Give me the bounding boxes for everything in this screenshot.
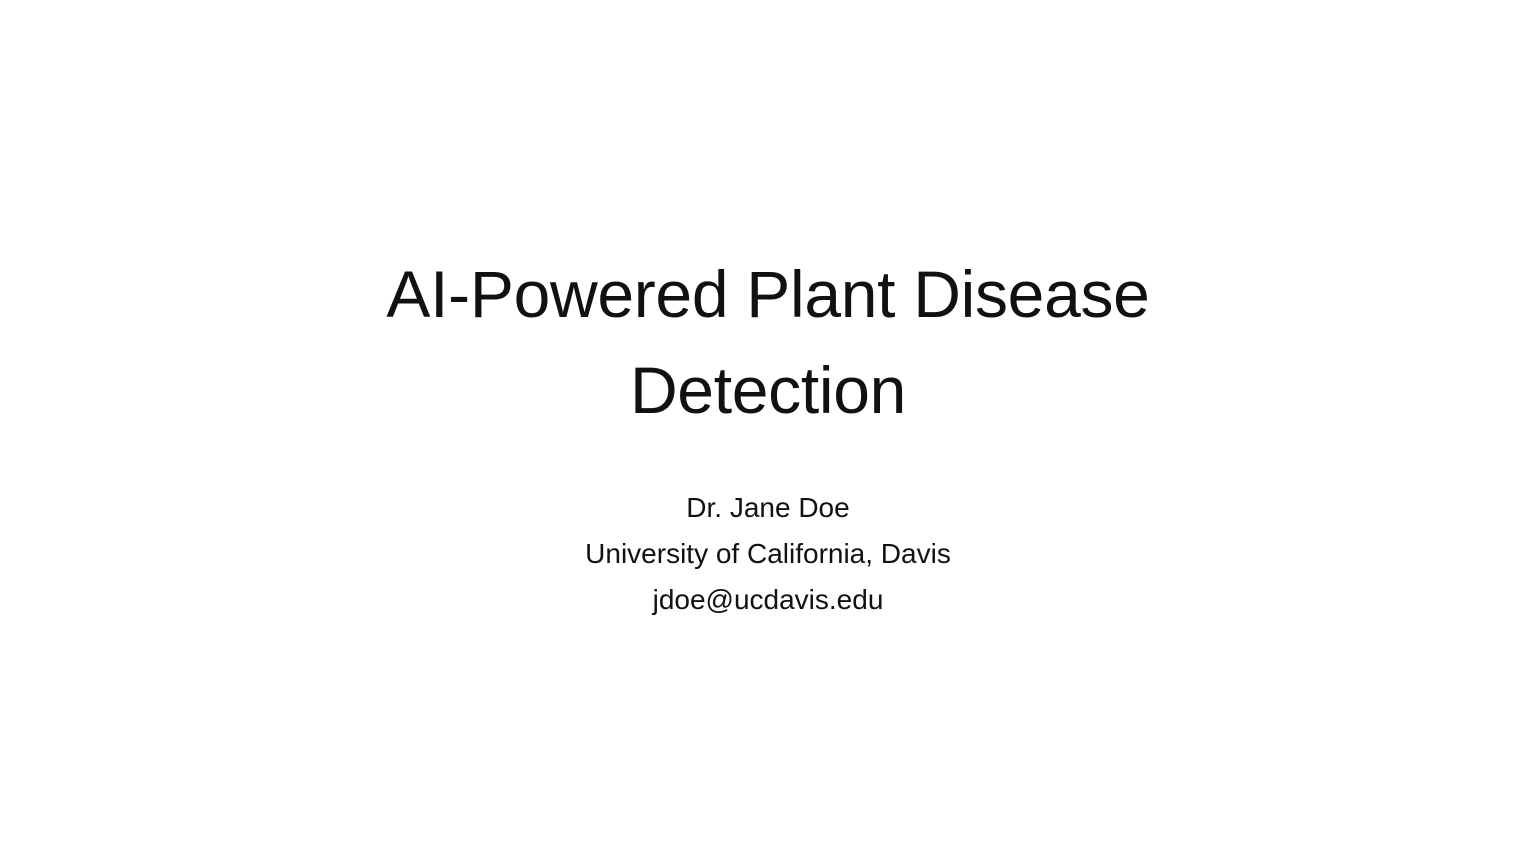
author-name: Dr. Jane Doe — [686, 492, 850, 523]
slide-title: AI-Powered Plant Disease Detection — [0, 246, 1536, 438]
slide-title-line-1: AI-Powered Plant Disease — [386, 257, 1150, 331]
author-affiliation: University of California, Davis — [585, 538, 951, 569]
slide-title-line-2: Detection — [629, 353, 907, 427]
author-email: jdoe@ucdavis.edu — [652, 584, 884, 615]
title-slide: AI-Powered Plant Disease Detection Dr. J… — [0, 0, 1536, 864]
slide-subtitle: Dr. Jane Doe University of California, D… — [0, 485, 1536, 623]
